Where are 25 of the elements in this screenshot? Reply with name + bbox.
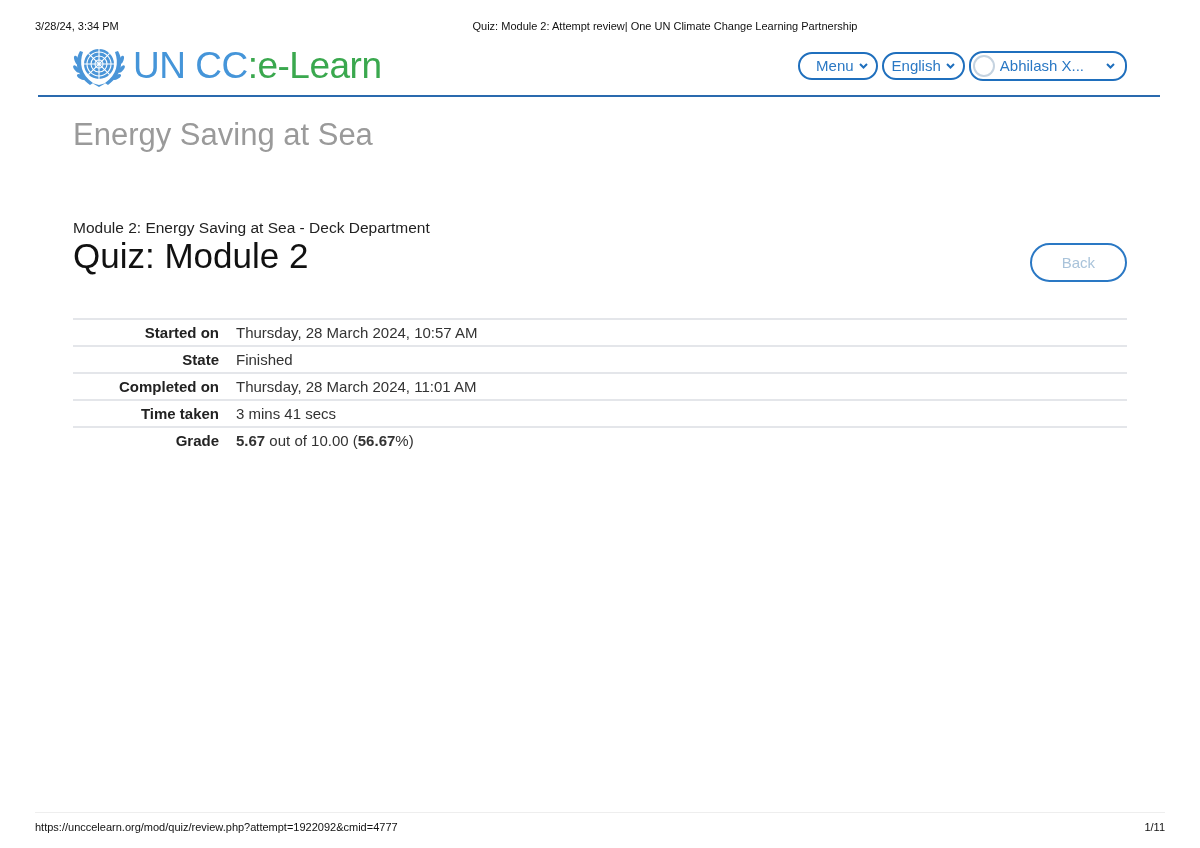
menu-button[interactable]: Menu xyxy=(798,52,878,80)
summary-value: Thursday, 28 March 2024, 11:01 AM xyxy=(236,377,477,396)
chevron-down-icon xyxy=(945,63,955,69)
summary-value: Thursday, 28 March 2024, 10:57 AM xyxy=(236,323,478,342)
summary-value: Finished xyxy=(236,350,293,369)
summary-label: Time taken xyxy=(140,404,219,423)
summary-value: 3 mins 41 secs xyxy=(236,404,337,423)
summary-label: Grade xyxy=(175,431,219,450)
print-title: Quiz: Module 2: Attempt review| One UN Climate Change Learning Partnership xyxy=(472,20,858,32)
summary-label: Completed on xyxy=(119,377,219,396)
course-title: Energy Saving at Sea xyxy=(73,117,374,153)
avatar-icon xyxy=(972,55,995,77)
page-title: Quiz: Module 2 xyxy=(73,237,310,275)
summary-label: Started on xyxy=(144,323,219,342)
summary-label: State xyxy=(182,350,219,369)
user-menu-button[interactable]: Abhilash X... xyxy=(968,51,1127,81)
print-date: 3/28/24, 3:34 PM xyxy=(35,20,119,32)
summary-value: 5.67 out of 10.00 (56.67%) xyxy=(236,431,414,450)
chevron-down-icon xyxy=(858,63,868,69)
language-button[interactable]: English xyxy=(881,52,965,80)
page-url: https://unccelearn.org/mod/quiz/review.php?attempt=1922092&cmid=4777 xyxy=(35,820,398,834)
logo-text: UN CC:e-Learn xyxy=(133,44,382,88)
page-number: 1/11 xyxy=(1144,820,1165,834)
section-title: Module 2: Energy Saving at Sea - Deck Department xyxy=(73,219,430,237)
chevron-down-icon xyxy=(1106,63,1115,69)
